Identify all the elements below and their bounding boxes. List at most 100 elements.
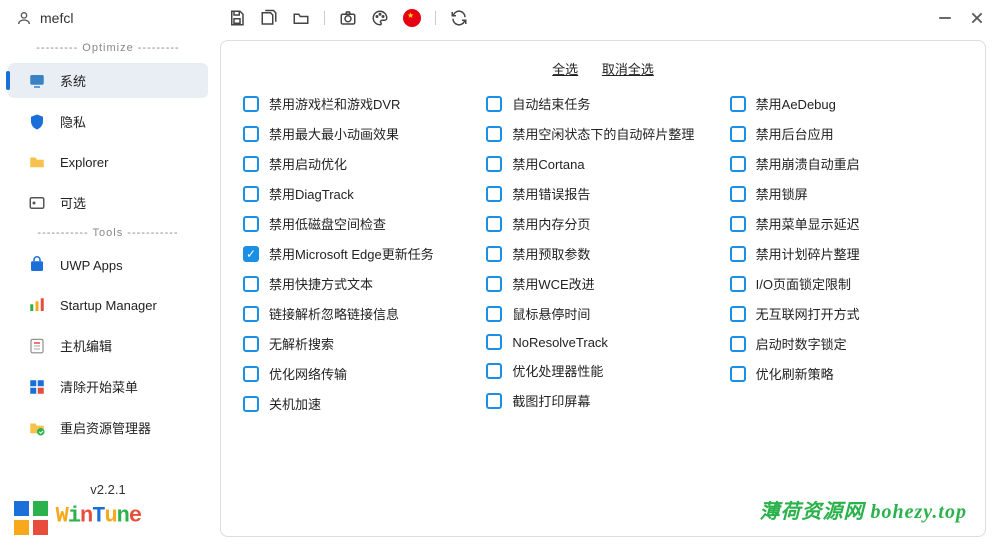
option-label: 禁用低磁盘空间检查 [269, 214, 386, 233]
option-label: 优化处理器性能 [512, 361, 603, 380]
option-checkbox[interactable]: 关机加速 [243, 394, 476, 413]
save-icon[interactable] [228, 9, 246, 27]
user-icon [16, 10, 32, 26]
option-checkbox[interactable]: 禁用游戏栏和游戏DVR [243, 94, 476, 113]
checkbox-icon[interactable] [730, 156, 746, 172]
sidebar-item-system[interactable]: 系统 [8, 63, 208, 98]
sidebar-item-restart-explorer[interactable]: 重启资源管理器 [8, 410, 208, 445]
sidebar-item-uwp[interactable]: UWP Apps [8, 248, 208, 282]
checkbox-icon[interactable] [243, 246, 259, 262]
checkbox-icon[interactable] [730, 126, 746, 142]
minimize-button[interactable] [938, 11, 952, 25]
close-button[interactable] [970, 11, 984, 25]
checkbox-icon[interactable] [243, 336, 259, 352]
separator [324, 11, 325, 25]
checkbox-icon[interactable] [486, 276, 502, 292]
open-folder-icon[interactable] [292, 9, 310, 27]
option-checkbox[interactable]: 禁用启动优化 [243, 154, 476, 173]
checkbox-icon[interactable] [486, 156, 502, 172]
deselect-all-link[interactable]: 取消全选 [602, 62, 654, 77]
checkbox-icon[interactable] [243, 96, 259, 112]
camera-icon[interactable] [339, 9, 357, 27]
refresh-icon[interactable] [450, 9, 468, 27]
option-checkbox[interactable]: 无互联网打开方式 [730, 304, 963, 323]
toolbar [228, 9, 468, 27]
sidebar-item-explorer[interactable]: Explorer [8, 145, 208, 179]
checkbox-icon[interactable] [243, 276, 259, 292]
option-checkbox[interactable]: NoResolveTrack [486, 334, 719, 350]
option-checkbox[interactable]: 禁用菜单显示延迟 [730, 214, 963, 233]
option-label: 无互联网打开方式 [756, 304, 860, 323]
checkbox-icon[interactable] [486, 96, 502, 112]
option-checkbox[interactable]: 截图打印屏幕 [486, 391, 719, 410]
checkbox-icon[interactable] [730, 306, 746, 322]
checkbox-icon[interactable] [243, 306, 259, 322]
sidebar-item-label: 清除开始菜单 [60, 377, 138, 396]
checkbox-icon[interactable] [730, 336, 746, 352]
checkbox-icon[interactable] [486, 126, 502, 142]
option-checkbox[interactable]: 禁用预取参数 [486, 244, 719, 263]
option-checkbox[interactable]: 禁用内存分页 [486, 214, 719, 233]
checkbox-icon[interactable] [486, 186, 502, 202]
option-checkbox[interactable]: I/O页面锁定限制 [730, 274, 963, 293]
option-label: 禁用启动优化 [269, 154, 347, 173]
option-checkbox[interactable]: 禁用错误报告 [486, 184, 719, 203]
checkbox-icon[interactable] [486, 334, 502, 350]
sidebar-item-host[interactable]: 主机编辑 [8, 328, 208, 363]
select-all-link[interactable]: 全选 [552, 62, 578, 77]
option-checkbox[interactable]: 自动结束任务 [486, 94, 719, 113]
user-name: mefcl [40, 10, 73, 26]
checkbox-icon[interactable] [243, 126, 259, 142]
sidebar-item-startup[interactable]: Startup Manager [8, 288, 208, 322]
option-checkbox[interactable]: 优化网络传输 [243, 364, 476, 383]
option-checkbox[interactable]: 禁用计划碎片整理 [730, 244, 963, 263]
option-label: 无解析搜索 [269, 334, 334, 353]
option-checkbox[interactable]: 禁用DiagTrack [243, 184, 476, 203]
sidebar-item-label: 主机编辑 [60, 336, 112, 355]
save-all-icon[interactable] [260, 9, 278, 27]
option-checkbox[interactable]: 优化刷新策略 [730, 364, 963, 383]
sidebar-item-label: 可选 [60, 193, 86, 212]
option-checkbox[interactable]: 链接解析忽略链接信息 [243, 304, 476, 323]
option-checkbox[interactable]: 优化处理器性能 [486, 361, 719, 380]
checkbox-icon[interactable] [243, 216, 259, 232]
checkbox-icon[interactable] [730, 366, 746, 382]
option-checkbox[interactable]: 禁用AeDebug [730, 94, 963, 113]
checkbox-icon[interactable] [243, 186, 259, 202]
optional-icon [28, 194, 46, 212]
option-checkbox[interactable]: 禁用锁屏 [730, 184, 963, 203]
option-checkbox[interactable]: 禁用空闲状态下的自动碎片整理 [486, 124, 719, 143]
option-checkbox[interactable]: 无解析搜索 [243, 334, 476, 353]
option-checkbox[interactable]: 禁用Cortana [486, 154, 719, 173]
sidebar-item-clear-start[interactable]: 清除开始菜单 [8, 369, 208, 404]
checkbox-icon[interactable] [730, 216, 746, 232]
checkbox-icon[interactable] [486, 363, 502, 379]
top-links: 全选 取消全选 [243, 55, 963, 94]
checkbox-icon[interactable] [243, 156, 259, 172]
version-label: v2.2.1 [14, 482, 202, 497]
language-flag-icon[interactable] [403, 9, 421, 27]
sidebar-item-privacy[interactable]: 隐私 [8, 104, 208, 139]
option-checkbox[interactable]: 禁用后台应用 [730, 124, 963, 143]
option-checkbox[interactable]: 禁用低磁盘空间检查 [243, 214, 476, 233]
option-checkbox[interactable]: 禁用快捷方式文本 [243, 274, 476, 293]
option-checkbox[interactable]: 鼠标悬停时间 [486, 304, 719, 323]
checkbox-icon[interactable] [486, 216, 502, 232]
option-checkbox[interactable]: 禁用崩溃自动重启 [730, 154, 963, 173]
checkbox-icon[interactable] [486, 306, 502, 322]
checkbox-icon[interactable] [730, 186, 746, 202]
system-icon [28, 72, 46, 90]
sidebar-item-optional[interactable]: 可选 [8, 185, 208, 220]
checkbox-icon[interactable] [730, 276, 746, 292]
option-checkbox[interactable]: 禁用最大最小动画效果 [243, 124, 476, 143]
checkbox-icon[interactable] [243, 396, 259, 412]
option-checkbox[interactable]: 禁用Microsoft Edge更新任务 [243, 244, 476, 263]
palette-icon[interactable] [371, 9, 389, 27]
checkbox-icon[interactable] [486, 246, 502, 262]
option-checkbox[interactable]: 禁用WCE改进 [486, 274, 719, 293]
option-checkbox[interactable]: 启动时数字锁定 [730, 334, 963, 353]
checkbox-icon[interactable] [730, 96, 746, 112]
checkbox-icon[interactable] [730, 246, 746, 262]
checkbox-icon[interactable] [243, 366, 259, 382]
checkbox-icon[interactable] [486, 393, 502, 409]
